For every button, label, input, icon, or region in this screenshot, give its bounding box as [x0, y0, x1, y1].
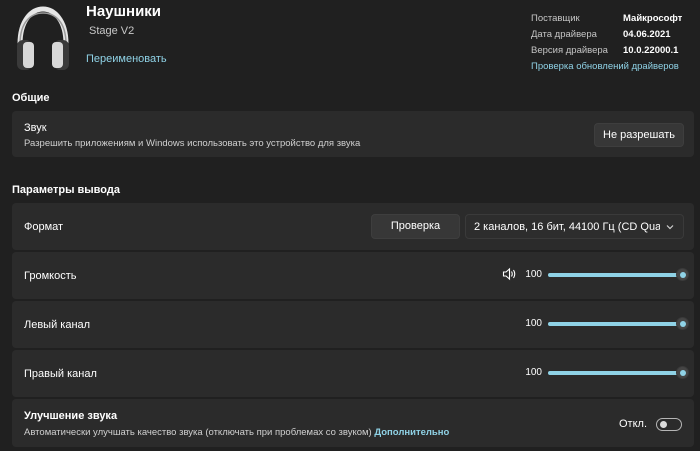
rename-link[interactable]: Переименовать [86, 53, 167, 65]
enhancement-description-line: Автоматически улучшать качество звука (о… [24, 427, 449, 438]
volume-slider-thumb[interactable] [676, 268, 689, 281]
device-name: Наушники [86, 3, 162, 20]
check-driver-updates-link[interactable]: Проверка обновлений драйверов [531, 59, 700, 75]
volume-label: Громкость [24, 270, 77, 282]
right-channel-slider-thumb[interactable] [676, 366, 689, 379]
enhancement-toggle-label: Откл. [619, 418, 648, 430]
info-row-driver-date: Дата драйвера 04.06.2021 [531, 27, 700, 43]
driver-info: Поставщик Майкрософт Дата драйвера 04.06… [531, 11, 700, 75]
right-channel-card: Правый канал 100 [12, 350, 694, 397]
chevron-down-icon [666, 225, 674, 230]
enhancement-toggle[interactable] [656, 418, 682, 431]
info-label: Дата драйвера [531, 29, 597, 40]
info-row-vendor: Поставщик Майкрософт [531, 11, 700, 27]
right-channel-slider-track[interactable] [548, 371, 678, 375]
info-row-driver-version: Версия драйвера 10.0.22000.1 [531, 43, 700, 59]
volume-slider-track[interactable] [548, 273, 678, 277]
volume-value: 100 [525, 269, 542, 280]
info-value: 04.06.2021 [623, 29, 671, 40]
left-channel-card: Левый канал 100 [12, 301, 694, 348]
info-label: Версия драйвера [531, 45, 608, 56]
more-info-link[interactable]: Дополнительно [374, 427, 449, 438]
device-properties-page: Наушники Stage V2 Переименовать Поставщи… [0, 0, 700, 451]
left-channel-slider-thumb[interactable] [676, 317, 689, 330]
headphones-icon [17, 6, 69, 70]
format-dropdown[interactable]: 2 каналов, 16 бит, 44100 Гц (CD Quality) [465, 214, 684, 239]
device-model: Stage V2 [89, 25, 135, 37]
info-value: 10.0.22000.1 [623, 45, 679, 56]
right-channel-label: Правый канал [24, 368, 97, 380]
format-selected-value: 2 каналов, 16 бит, 44100 Гц (CD Quality) [474, 221, 660, 233]
left-channel-label: Левый канал [24, 319, 91, 331]
section-title-general: Общие [12, 92, 50, 104]
info-value: Майкрософт [623, 13, 683, 24]
enhancement-description: Автоматически улучшать качество звука (о… [24, 427, 372, 438]
audio-permission-card: Звук Разрешить приложениям и Windows исп… [12, 111, 694, 157]
audio-description: Разрешить приложениям и Windows использо… [24, 138, 361, 149]
right-channel-value: 100 [525, 367, 542, 378]
audio-enhancement-card: Улучшение звука Автоматически улучшать к… [12, 399, 694, 447]
enhancement-title: Улучшение звука [24, 410, 118, 422]
toggle-knob [660, 421, 667, 428]
test-button[interactable]: Проверка [371, 214, 460, 239]
audio-title: Звук [24, 122, 47, 134]
left-channel-value: 100 [525, 318, 542, 329]
format-label: Формат [24, 221, 64, 233]
info-label: Поставщик [531, 13, 580, 24]
format-card: Формат Проверка 2 каналов, 16 бит, 44100… [12, 203, 694, 250]
volume-card: Громкость 100 [12, 252, 694, 299]
section-title-output: Параметры вывода [12, 184, 120, 196]
disallow-button[interactable]: Не разрешать [594, 123, 684, 147]
left-channel-slider-track[interactable] [548, 322, 678, 326]
